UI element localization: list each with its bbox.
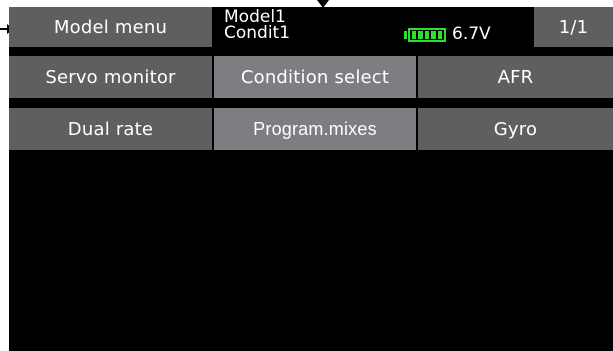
condition-name: Condit1 [224,23,291,43]
servo-monitor-label: Servo monitor [45,66,176,88]
model-info: Model1 Condit1 6.7V [214,7,532,47]
condition-select-label: Condition select [240,66,390,88]
model-menu-button[interactable]: Model menu [9,7,212,47]
afr-button[interactable]: AFR [418,56,613,98]
figure: Model menu Model1 Condit1 6.7V 1/1 Servo… [0,0,613,351]
battery-voltage: 6.7V [452,24,491,44]
program-mixes-label: Program.mixes [253,118,377,139]
gyro-button[interactable]: Gyro [418,108,613,150]
pointer-arrow-left-icon [0,24,14,34]
program-mixes-button[interactable]: Program.mixes [214,108,416,150]
servo-monitor-button[interactable]: Servo monitor [9,56,212,98]
condition-select-button[interactable]: Condition select [214,56,416,98]
battery-icon [404,28,446,42]
page-indicator[interactable]: 1/1 [534,7,613,47]
transmitter-screen: Model menu Model1 Condit1 6.7V 1/1 Servo… [9,7,613,351]
page-indicator-label: 1/1 [558,16,589,38]
afr-label: AFR [497,66,534,88]
model-menu-label: Model menu [53,16,168,38]
dual-rate-label: Dual rate [67,118,154,140]
gyro-label: Gyro [493,118,538,140]
dual-rate-button[interactable]: Dual rate [9,108,212,150]
